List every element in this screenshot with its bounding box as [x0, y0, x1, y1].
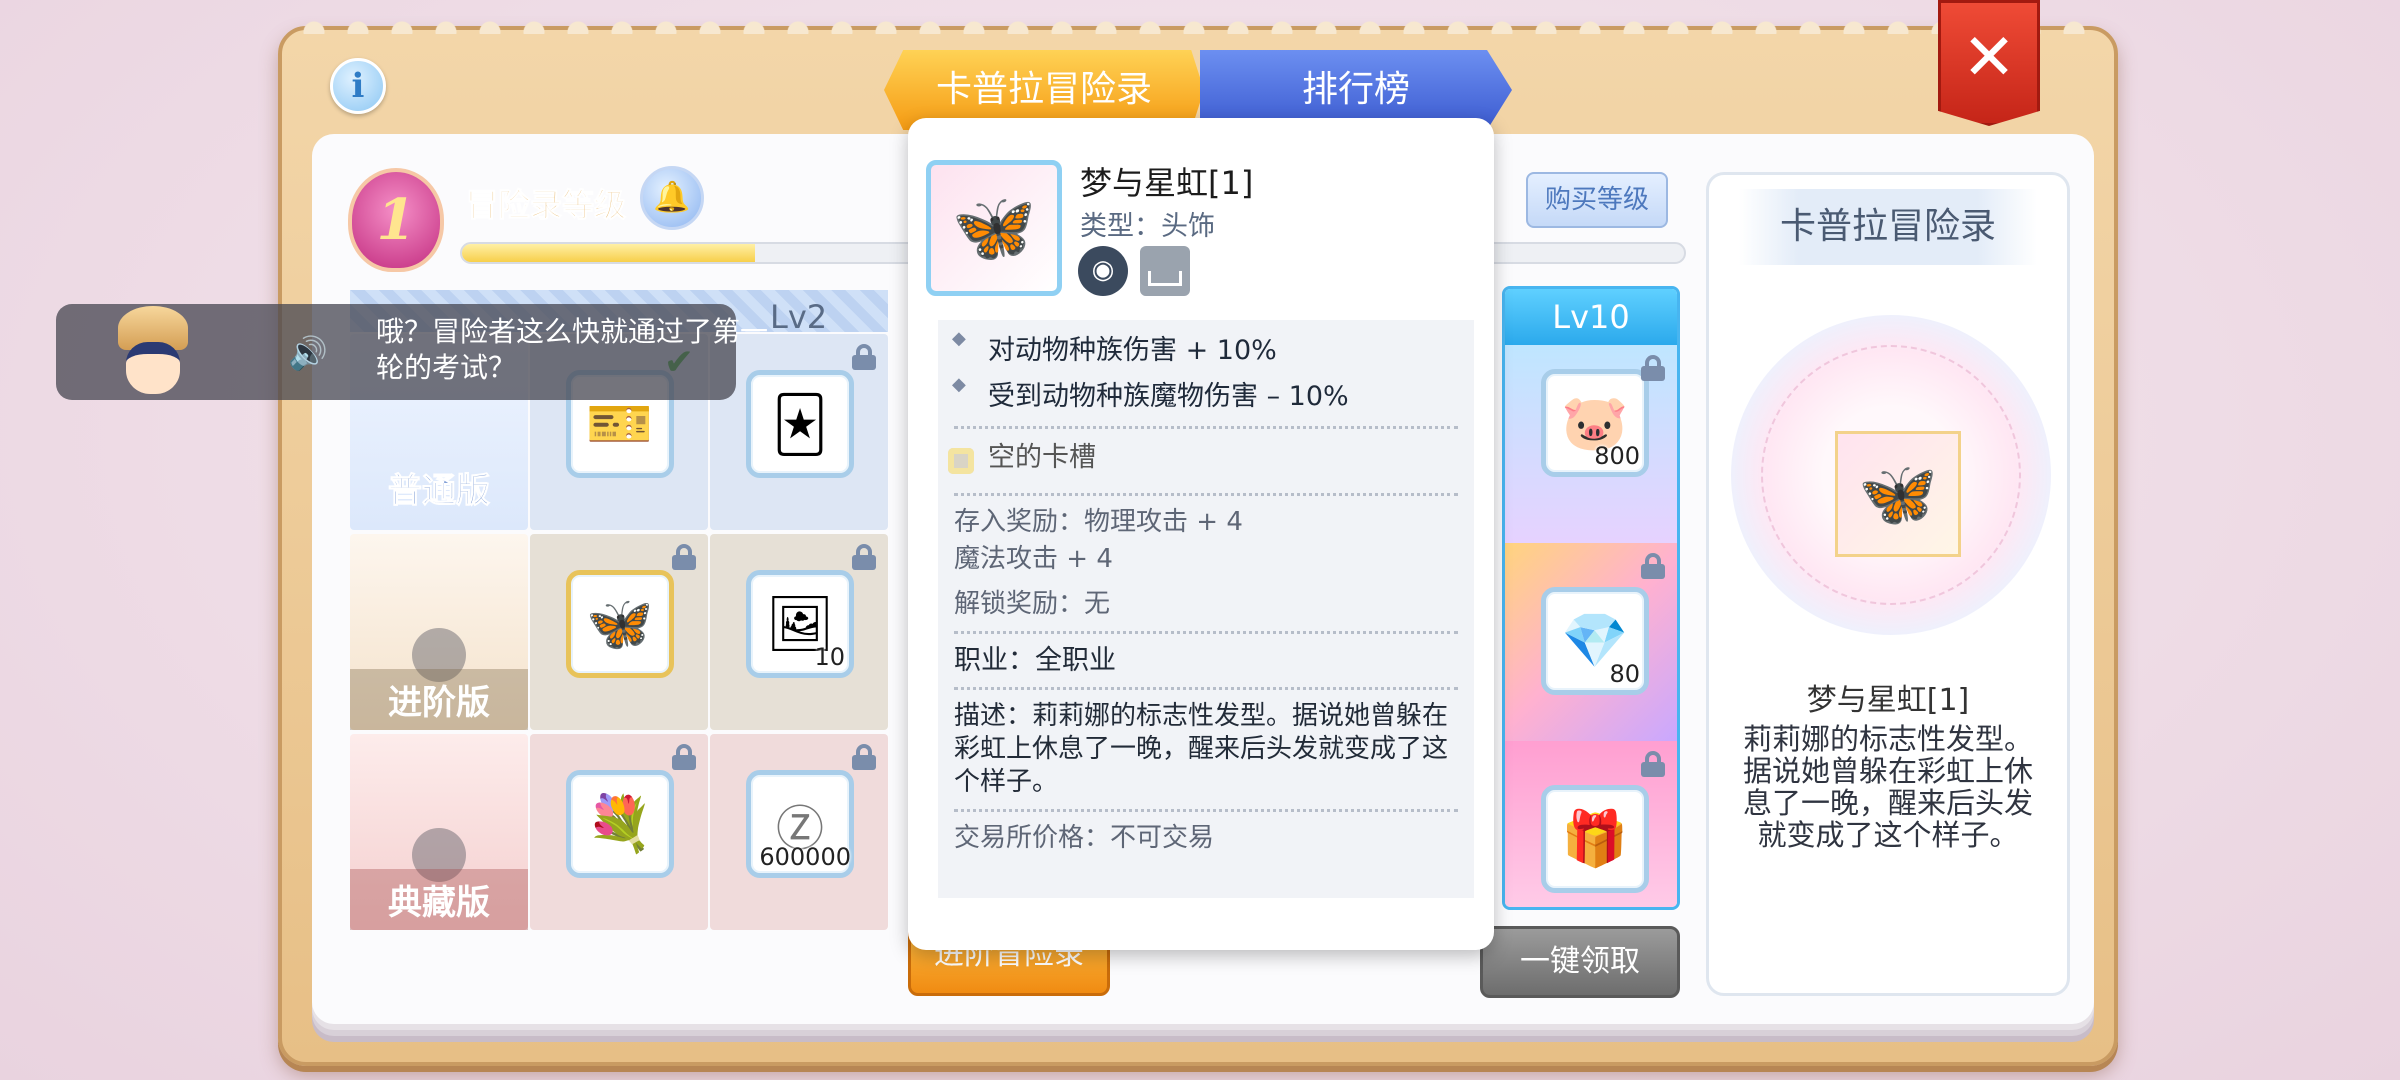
lv10-reward-cell[interactable]: 🐷 800	[1505, 345, 1677, 543]
tooltip-card-slot: 空的卡槽	[938, 435, 1474, 487]
reward-cell[interactable]: Ⓩ 600000	[710, 734, 888, 930]
tooltip-unlock-reward: 解锁奖励：无	[954, 589, 1111, 619]
showcase-item-description: 莉莉娜的标志性发型。据说她曾躲在彩虹上休息了一晚，醒来后头发就变成了这个样子。	[1742, 722, 2033, 852]
lock-icon	[672, 544, 696, 570]
info-button[interactable]: i	[330, 58, 386, 114]
tooltip-deposit-reward: 存入奖励：物理攻击 + 4	[954, 507, 1243, 537]
edition-collect-label: 典藏版	[350, 869, 528, 930]
lock-icon	[1641, 355, 1665, 381]
tooltip-item-icon: 🦋	[926, 160, 1062, 296]
tooltip-trade-price: 交易所价格：不可交易	[954, 823, 1215, 853]
tooltip-deposit-reward-2: 魔法攻击 + 4	[954, 544, 1113, 574]
lock-icon	[852, 544, 876, 570]
lock-icon	[672, 744, 696, 770]
reward-item-icon: 🖼 10	[746, 570, 854, 678]
tooltip-body: 对动物种族伤害 + 10% 受到动物种族魔物伤害 – 10% 空的卡槽 存入奖励…	[938, 320, 1474, 898]
lock-icon	[1641, 553, 1665, 579]
divider	[954, 687, 1458, 690]
close-icon: ✕	[1962, 21, 2016, 95]
reward-item-icon: 💐	[566, 770, 674, 878]
showcase-item-name: 梦与星虹[1]	[1806, 683, 1970, 718]
bell-icon[interactable]: 🔔	[640, 166, 704, 230]
tray-icon[interactable]	[1140, 246, 1190, 296]
edition-advanced[interactable]: 进阶版	[350, 534, 528, 730]
level-10-header: Lv10	[1505, 289, 1677, 345]
lock-icon	[852, 344, 876, 370]
level-badge: 1	[348, 168, 444, 272]
item-count: 600000	[759, 843, 851, 871]
item-count: 800	[1594, 442, 1640, 470]
reward-cell[interactable]: 🦋	[530, 534, 708, 730]
level-10-column: Lv10 🐷 800 💎 80 🎁	[1502, 286, 1680, 910]
tooltip-item-name: 梦与星虹[1]	[1080, 164, 1254, 202]
edition-advanced-label: 进阶版	[350, 669, 528, 730]
edition-collect[interactable]: 典藏版	[350, 734, 528, 930]
tooltip-item-type: 类型：头饰	[1080, 211, 1215, 242]
reward-item-icon: 🎁	[1541, 785, 1649, 893]
lv10-reward-cell[interactable]: 💎 80	[1505, 543, 1677, 741]
level-title: 冒险录等级	[465, 186, 627, 225]
claim-all-button[interactable]: 一键领取	[1480, 926, 1680, 998]
showcase-item-icon[interactable]: 🦋	[1835, 431, 1961, 557]
grid-row-collect: 典藏版 💐 Ⓩ 600000	[350, 734, 890, 934]
lock-icon	[1641, 751, 1665, 777]
side-panel: 卡普拉冒险录 🦋 梦与星虹[1] 莉莉娜的标志性发型。据说她曾躲在彩虹上休息了一…	[1706, 172, 2070, 996]
sound-icon[interactable]: 🔊	[288, 334, 328, 372]
reward-item-icon: 💎 80	[1541, 587, 1649, 695]
lock-icon	[852, 744, 876, 770]
divider	[954, 493, 1458, 496]
item-count: 80	[1609, 660, 1640, 688]
tooltip-stat: 对动物种族伤害 + 10%	[938, 328, 1474, 374]
reward-item-icon: Ⓩ 600000	[746, 770, 854, 878]
lv10-reward-cell[interactable]: 🎁	[1505, 741, 1677, 907]
npc-avatar	[108, 304, 198, 400]
npc-dialogue-bubble[interactable]: 🔊 哦？冒险者这么快就通过了第一轮的考试？	[56, 304, 768, 400]
grid-row-advanced: 进阶版 🦋 🖼 10	[350, 534, 890, 734]
edition-normal-label: 普通版	[388, 471, 491, 512]
reward-item-icon: 🦋	[566, 570, 674, 678]
npc-dialogue-text: 哦？冒险者这么快就通过了第一轮的考试？	[376, 315, 769, 384]
reward-cell[interactable]: 🖼 10	[710, 534, 888, 730]
item-count: 10	[814, 643, 845, 671]
npc-face	[126, 342, 180, 394]
eye-icon[interactable]: ◉	[1078, 246, 1128, 296]
tooltip-stat: 受到动物种族魔物伤害 – 10%	[938, 374, 1474, 420]
close-button[interactable]: ✕	[1938, 0, 2040, 126]
side-panel-title: 卡普拉冒险录	[1739, 189, 2037, 265]
reward-cell[interactable]: 💐	[530, 734, 708, 930]
divider	[954, 426, 1458, 429]
reward-item-icon: 🃏	[746, 370, 854, 478]
divider	[954, 631, 1458, 634]
xp-fill	[462, 244, 756, 262]
tooltip-description: 描述：莉莉娜的标志性发型。据说她曾躲在彩虹上休息了一晚，醒来后头发就变成了这个样…	[954, 701, 1449, 797]
level-2-header: Lv2	[770, 298, 828, 336]
divider	[954, 809, 1458, 812]
reward-item-icon: 🐷 800	[1541, 369, 1649, 477]
item-tooltip: 🦋 梦与星虹[1] 类型：头饰 ◉ 对动物种族伤害 + 10% 受到动物种族魔物…	[908, 118, 1494, 950]
buy-level-button[interactable]: 购买等级	[1526, 172, 1668, 228]
tooltip-job: 职业：全职业	[954, 645, 1116, 676]
